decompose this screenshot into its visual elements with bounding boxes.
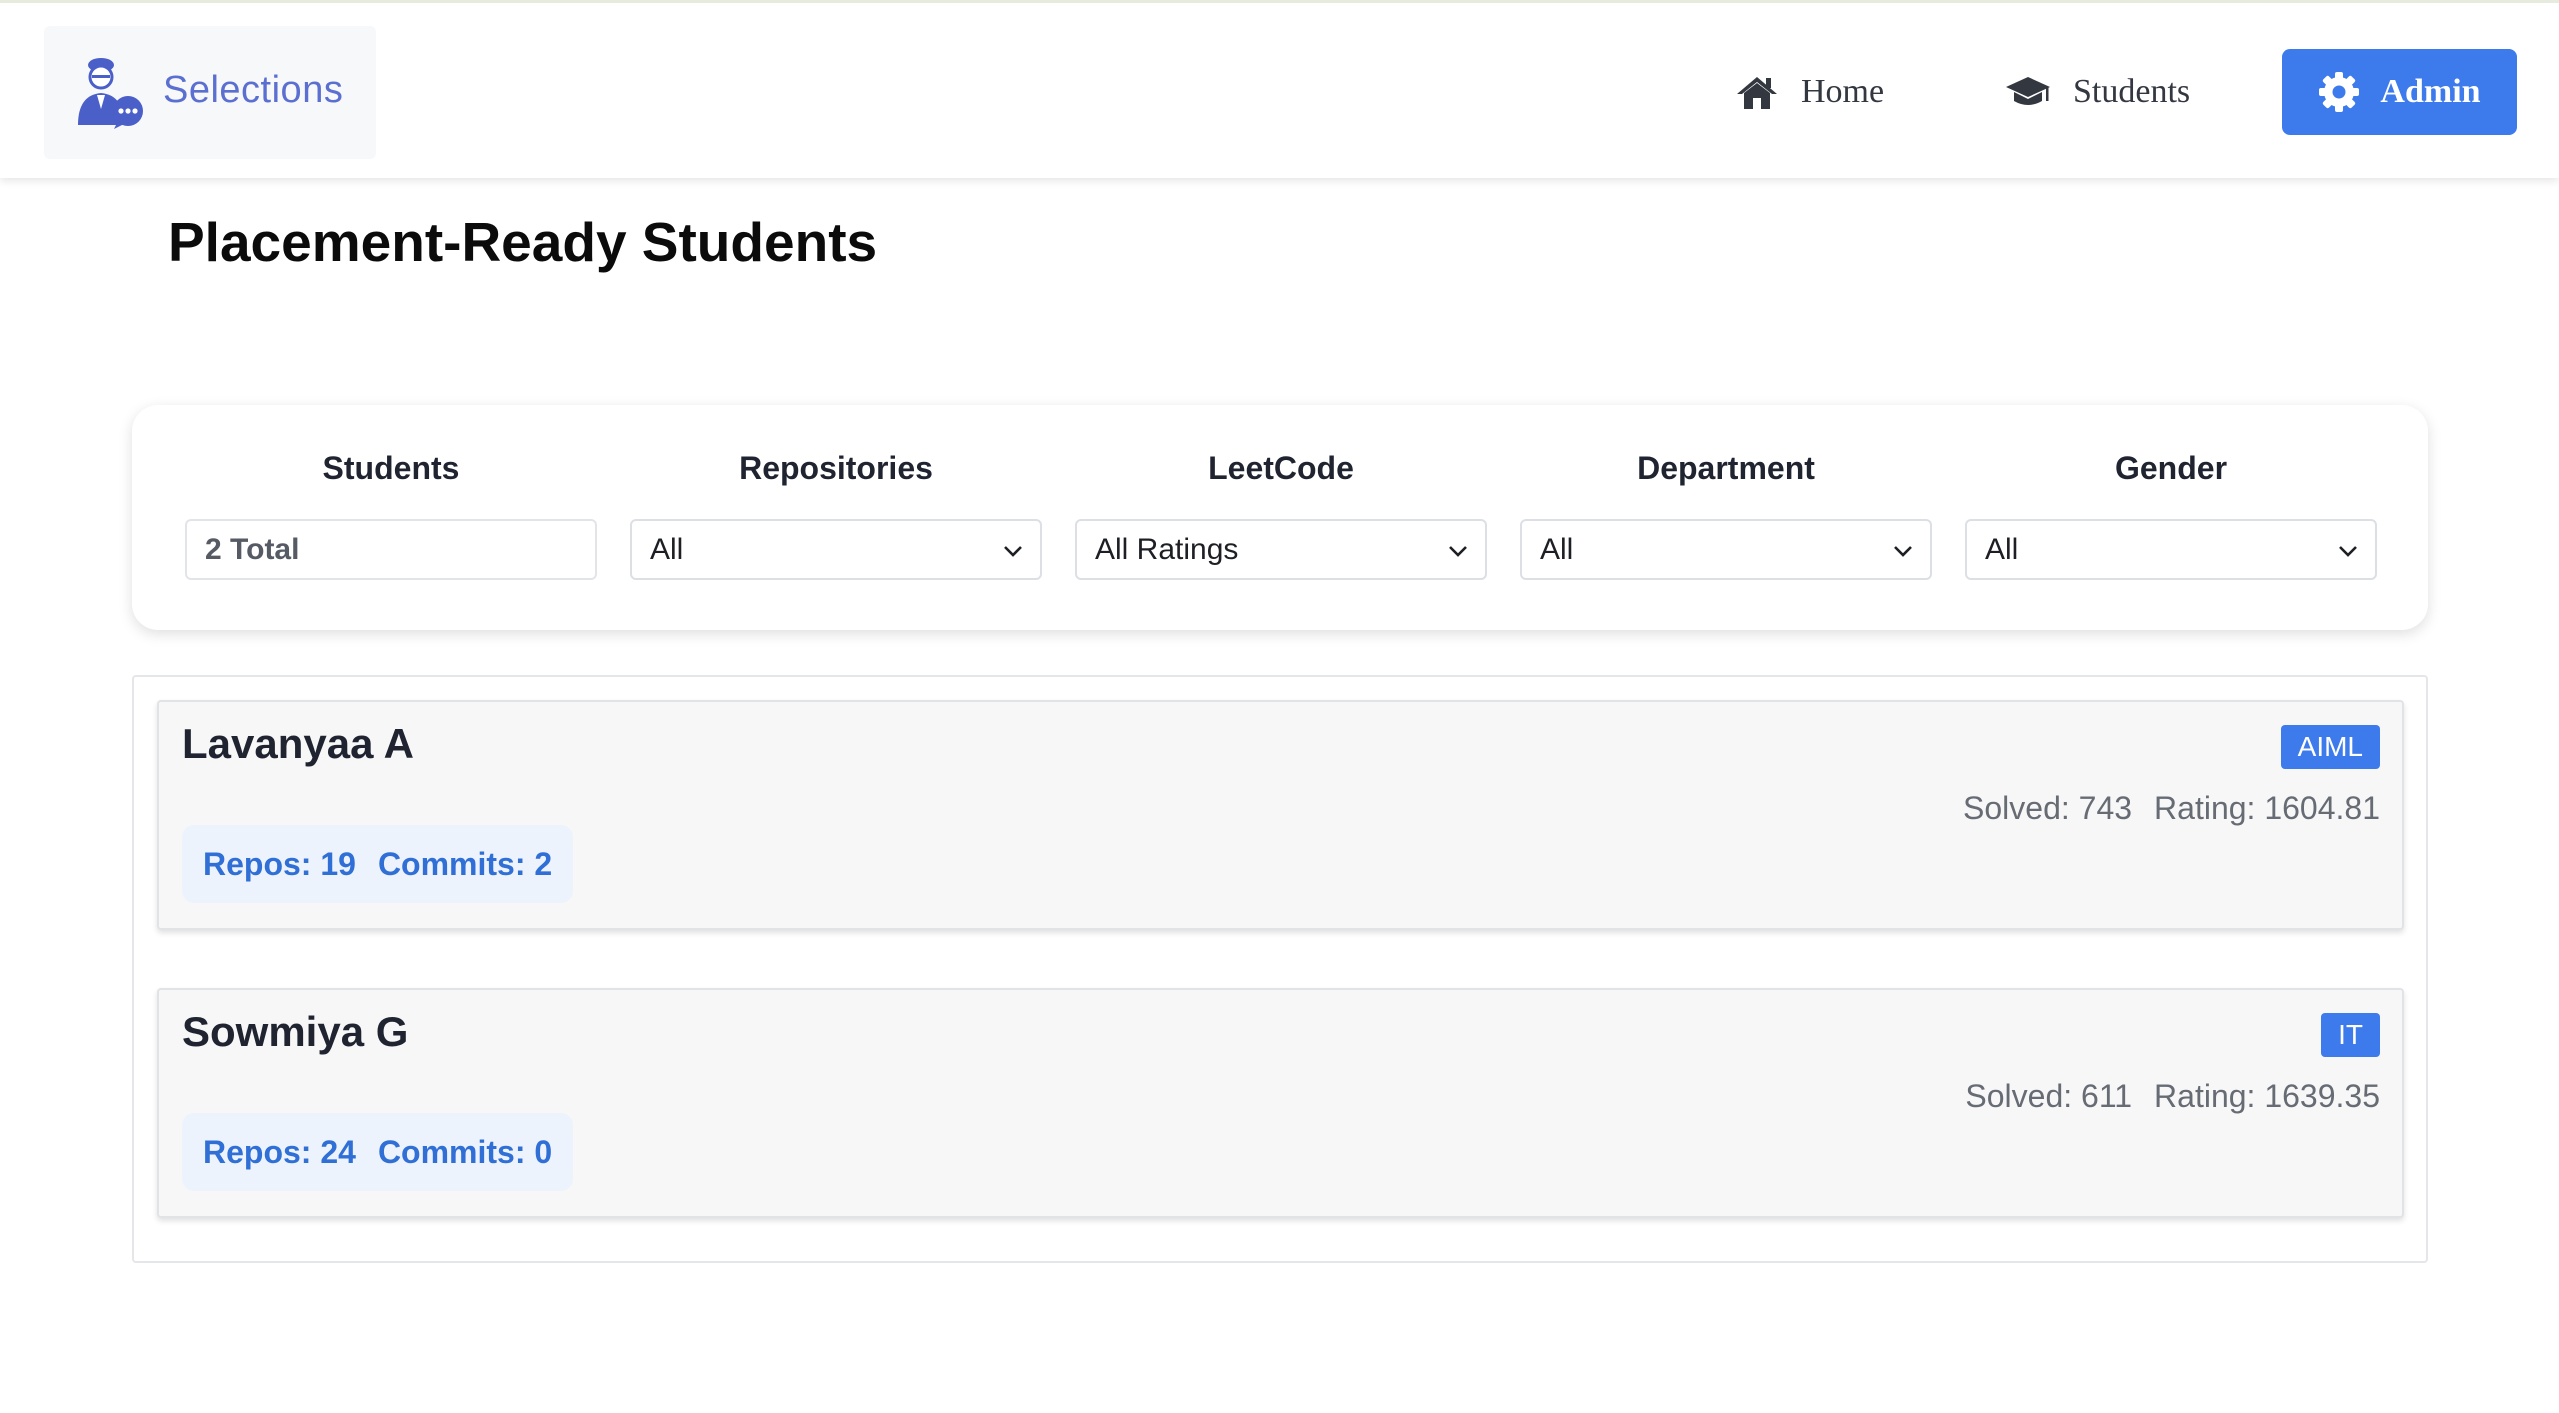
filter-gender: Gender All <box>1965 447 2377 580</box>
user-chat-icon <box>78 58 143 129</box>
top-navbar: Selections Home Students Admin <box>0 0 2559 178</box>
leetcode-stats: Solved: 743 Rating: 1604.81 <box>1963 790 2380 827</box>
nav-home-label: Home <box>1801 73 1885 110</box>
chevron-down-icon <box>1449 546 1467 557</box>
filter-students-label: Students <box>322 450 460 486</box>
filter-leetcode-label: LeetCode <box>1208 450 1354 486</box>
department-select-value: All <box>1540 532 1574 566</box>
rating-value: Rating: 1604.81 <box>2154 790 2380 826</box>
gender-select-value: All <box>1985 532 2019 566</box>
leetcode-select[interactable]: All Ratings <box>1075 519 1487 580</box>
student-card[interactable]: Sowmiya G IT Solved: 611 Rating: 1639.35… <box>157 988 2404 1218</box>
nav-students-link[interactable]: Students <box>2005 49 2190 135</box>
filter-department-label: Department <box>1637 450 1815 486</box>
gender-select[interactable]: All <box>1965 519 2377 580</box>
department-select[interactable]: All <box>1520 519 1932 580</box>
repositories-select[interactable]: All <box>630 519 1042 580</box>
commits-count: Commits: 0 <box>377 1133 553 1170</box>
filter-gender-label: Gender <box>2114 450 2228 486</box>
graduation-cap-icon <box>2006 77 2050 105</box>
solved-count: Solved: 743 <box>1963 790 2133 826</box>
gear-icon <box>2319 72 2360 112</box>
filter-leetcode: LeetCode All Ratings <box>1075 447 1487 580</box>
repos-count: Repos: 19 <box>203 845 356 882</box>
nav-home-link[interactable]: Home <box>1735 49 1884 135</box>
student-list: Lavanyaa A AIML Solved: 743 Rating: 1604… <box>132 675 2428 1263</box>
nav-admin-label: Admin <box>2380 73 2481 110</box>
home-icon <box>1737 77 1777 109</box>
github-stats: Repos: 24 Commits: 0 <box>182 1113 574 1191</box>
github-stats: Repos: 19 Commits: 2 <box>182 825 574 903</box>
chevron-down-icon <box>2339 546 2357 557</box>
student-name: Lavanyaa A <box>182 720 414 767</box>
leetcode-stats: Solved: 611 Rating: 1639.35 <box>1965 1078 2380 1115</box>
brand-logo-link[interactable]: Selections <box>44 26 376 159</box>
filter-department: Department All <box>1520 447 1932 580</box>
students-total-field: 2 Total <box>185 519 597 580</box>
student-name: Sowmiya G <box>182 1008 409 1055</box>
leetcode-select-value: All Ratings <box>1095 532 1239 566</box>
department-badge: AIML <box>2280 725 2380 769</box>
filter-repositories-label: Repositories <box>739 450 933 486</box>
repos-count: Repos: 24 <box>203 1133 356 1170</box>
filter-panel: Students 2 Total Repositories All LeetCo… <box>132 405 2428 630</box>
repositories-select-value: All <box>650 532 684 566</box>
department-badge: IT <box>2321 1013 2380 1057</box>
brand-name: Selections <box>163 69 344 111</box>
filter-repositories: Repositories All <box>630 447 1042 580</box>
solved-count: Solved: 611 <box>1965 1078 2133 1114</box>
chevron-down-icon <box>1894 546 1912 557</box>
nav-admin-button[interactable]: Admin <box>2282 49 2517 135</box>
nav-students-label: Students <box>2073 73 2191 110</box>
chevron-down-icon <box>1004 546 1022 557</box>
page-title: Placement-Ready Students <box>168 211 878 273</box>
rating-value: Rating: 1639.35 <box>2154 1078 2380 1114</box>
commits-count: Commits: 2 <box>377 845 553 882</box>
student-card[interactable]: Lavanyaa A AIML Solved: 743 Rating: 1604… <box>157 700 2404 930</box>
filter-students: Students 2 Total <box>185 447 597 580</box>
